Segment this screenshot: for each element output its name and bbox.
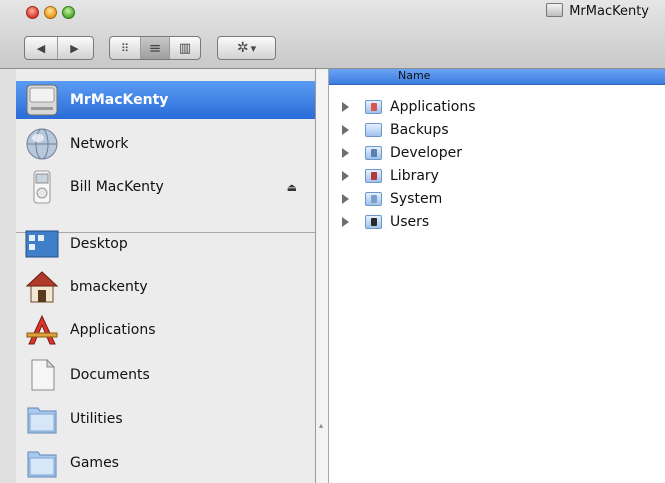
disclosure-triangle-icon[interactable] bbox=[342, 193, 349, 204]
sidebar-splitter[interactable]: ▴ bbox=[316, 69, 329, 483]
window-title: MrMacKenty bbox=[546, 3, 649, 19]
column-header-label: Name bbox=[398, 69, 431, 82]
sidebar-item-label: Games bbox=[70, 455, 119, 471]
sidebar-item-desktop[interactable]: Desktop bbox=[16, 224, 315, 264]
sidebar-item-label: Documents bbox=[70, 367, 150, 383]
ipod-icon bbox=[24, 170, 60, 204]
folder-icon bbox=[24, 402, 60, 436]
back-forward-control: ◀ ▶ bbox=[24, 36, 94, 60]
list-item[interactable]: System bbox=[329, 187, 665, 210]
eject-icon[interactable]: ⏏ bbox=[287, 181, 297, 194]
sidebar: MrMacKenty Network Bill MacKenty ⏏ Deskt… bbox=[16, 69, 316, 483]
column-header-name[interactable]: Name bbox=[329, 69, 665, 85]
sidebar-item-utilities[interactable]: Utilities bbox=[16, 398, 315, 440]
list-item[interactable]: Users bbox=[329, 210, 665, 233]
sidebar-item-label: Applications bbox=[70, 322, 156, 338]
back-arrow-icon: ◀ bbox=[36, 41, 46, 55]
action-button[interactable]: ✲ ▾ bbox=[218, 37, 275, 59]
list-view-button[interactable]: ≡ bbox=[141, 37, 170, 59]
users-folder-icon bbox=[365, 214, 382, 229]
disclosure-triangle-icon[interactable] bbox=[342, 101, 349, 112]
window-left-edge bbox=[0, 0, 16, 483]
back-button[interactable]: ◀ bbox=[25, 37, 58, 59]
icon-view-icon: ⠿ bbox=[120, 41, 130, 55]
list-item[interactable]: Applications bbox=[329, 95, 665, 118]
system-folder-icon bbox=[365, 191, 382, 206]
sidebar-item-mrmackenty[interactable]: MrMacKenty bbox=[16, 81, 315, 119]
forward-button[interactable]: ▶ bbox=[58, 37, 91, 59]
folder-icon bbox=[365, 122, 382, 137]
drive-title-icon bbox=[546, 3, 564, 17]
hard-drive-icon bbox=[24, 83, 60, 117]
list-item[interactable]: Backups bbox=[329, 118, 665, 141]
sidebar-item-label: MrMacKenty bbox=[70, 92, 169, 108]
sidebar-item-games[interactable]: Games bbox=[16, 442, 315, 483]
library-folder-icon bbox=[365, 168, 382, 183]
developer-folder-icon bbox=[365, 145, 382, 160]
sidebar-item-label: Network bbox=[70, 136, 129, 152]
window-title-text: MrMacKenty bbox=[569, 4, 649, 19]
list-item-name: Applications bbox=[390, 98, 476, 115]
list-item-name: Library bbox=[390, 167, 439, 184]
applications-folder-icon bbox=[365, 99, 382, 114]
documents-icon bbox=[24, 358, 60, 392]
sidebar-item-bmackenty[interactable]: bmackenty bbox=[16, 267, 315, 307]
desktop-icon bbox=[24, 227, 60, 261]
view-mode-control: ⠿ ≡ ▥ bbox=[109, 36, 201, 60]
disclosure-triangle-icon[interactable] bbox=[342, 216, 349, 227]
icon-view-button[interactable]: ⠿ bbox=[110, 37, 141, 59]
sidebar-item-network[interactable]: Network bbox=[16, 124, 315, 164]
title-toolbar: MrMacKenty ◀ ▶ ⠿ ≡ ▥ ✲ ▾ bbox=[0, 0, 665, 69]
action-menu[interactable]: ✲ ▾ bbox=[217, 36, 276, 60]
sidebar-item-documents[interactable]: Documents bbox=[16, 354, 315, 396]
folder-icon bbox=[24, 446, 60, 480]
list-item-name: Backups bbox=[390, 121, 449, 138]
sidebar-item-label: Bill MacKenty bbox=[70, 179, 164, 195]
column-view-button[interactable]: ▥ bbox=[170, 37, 200, 59]
sidebar-item-bill-mackenty[interactable]: Bill MacKenty ⏏ bbox=[16, 166, 315, 208]
gear-icon: ✲ bbox=[236, 40, 249, 56]
sidebar-item-label: Desktop bbox=[70, 236, 128, 252]
list-item[interactable]: Developer bbox=[329, 141, 665, 164]
forward-arrow-icon: ▶ bbox=[70, 41, 79, 55]
list-item-name: Developer bbox=[390, 144, 463, 161]
zoom-button[interactable] bbox=[62, 6, 75, 19]
disclosure-triangle-icon[interactable] bbox=[342, 124, 349, 135]
file-list-view: Name Applications Backups Developer Libr… bbox=[329, 69, 665, 483]
close-button[interactable] bbox=[26, 6, 39, 19]
sidebar-item-label: bmackenty bbox=[70, 279, 148, 295]
list-item-name: Users bbox=[390, 213, 430, 230]
column-view-icon: ▥ bbox=[178, 40, 192, 56]
disclosure-triangle-icon[interactable] bbox=[342, 170, 349, 181]
network-globe-icon bbox=[24, 127, 60, 161]
list-item[interactable]: Library bbox=[329, 164, 665, 187]
list-view-icon: ≡ bbox=[148, 39, 162, 57]
sidebar-item-label: Utilities bbox=[70, 411, 123, 427]
home-icon bbox=[24, 270, 60, 304]
list-item-name: System bbox=[390, 190, 443, 207]
minimize-button[interactable] bbox=[44, 6, 57, 19]
chevron-down-icon: ▾ bbox=[250, 41, 257, 55]
disclosure-triangle-icon[interactable] bbox=[342, 147, 349, 158]
applications-icon bbox=[24, 313, 60, 347]
resize-handle-icon: ▴ bbox=[319, 421, 324, 430]
sidebar-item-applications[interactable]: Applications bbox=[16, 309, 315, 351]
